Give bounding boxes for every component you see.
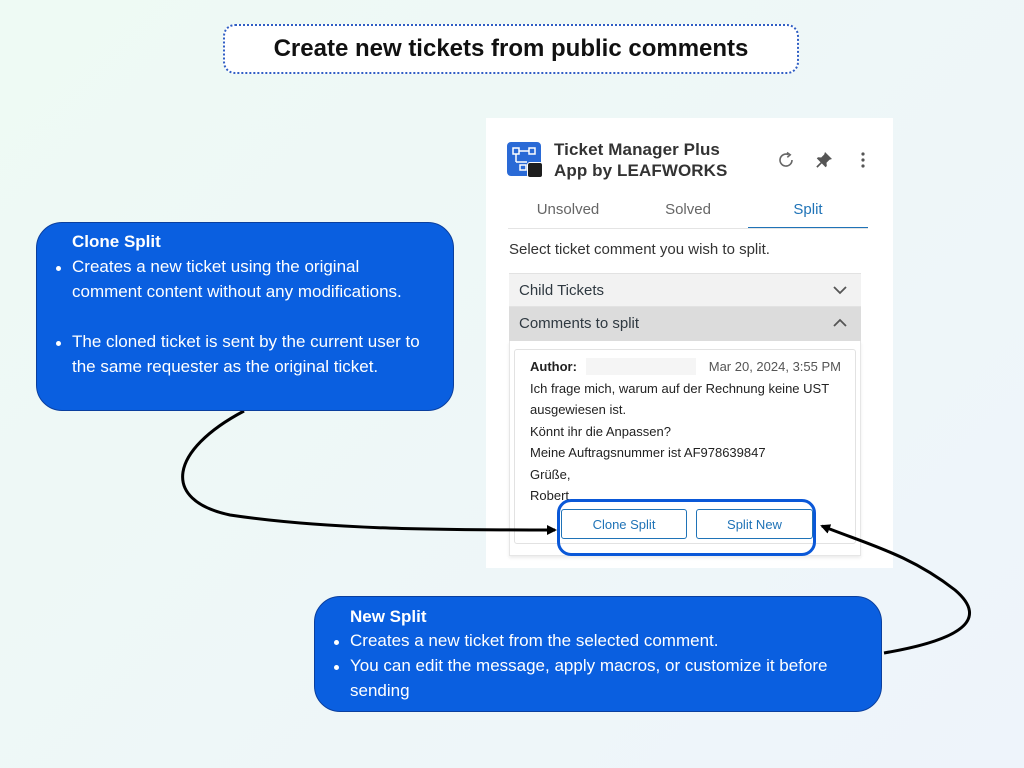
new-bullet-2-line1: You can edit the message, apply macros, … — [350, 656, 828, 675]
clone-bullet-1: Creates a new ticket using the original … — [72, 254, 402, 304]
clone-bullet-2-line2: the same requester as the original ticke… — [72, 357, 379, 376]
new-bullet-1: Creates a new ticket from the selected c… — [350, 628, 719, 653]
clone-bullet-2: The cloned ticket is sent by the current… — [72, 329, 420, 379]
bullet-dot — [56, 266, 61, 271]
clone-bullet-2-line1: The cloned ticket is sent by the current… — [72, 332, 420, 351]
clone-bullet-1-line2: comment content without any modification… — [72, 282, 402, 301]
clone-split-callout: Clone Split Creates a new ticket using t… — [36, 222, 454, 411]
new-bullet-1-line1: Creates a new ticket from the selected c… — [350, 631, 719, 650]
clone-bullet-1-line1: Creates a new ticket using the original — [72, 257, 360, 276]
bullet-dot — [334, 640, 339, 645]
arrow-clone-split — [181, 409, 557, 535]
new-split-callout: New Split Creates a new ticket from the … — [314, 596, 882, 712]
bullet-dot — [334, 665, 339, 670]
new-bullet-2: You can edit the message, apply macros, … — [350, 653, 828, 703]
clone-split-heading: Clone Split — [72, 232, 161, 251]
new-bullet-2-line2: sending — [350, 681, 410, 700]
bullet-dot — [56, 341, 61, 346]
new-split-heading: New Split — [350, 607, 427, 626]
